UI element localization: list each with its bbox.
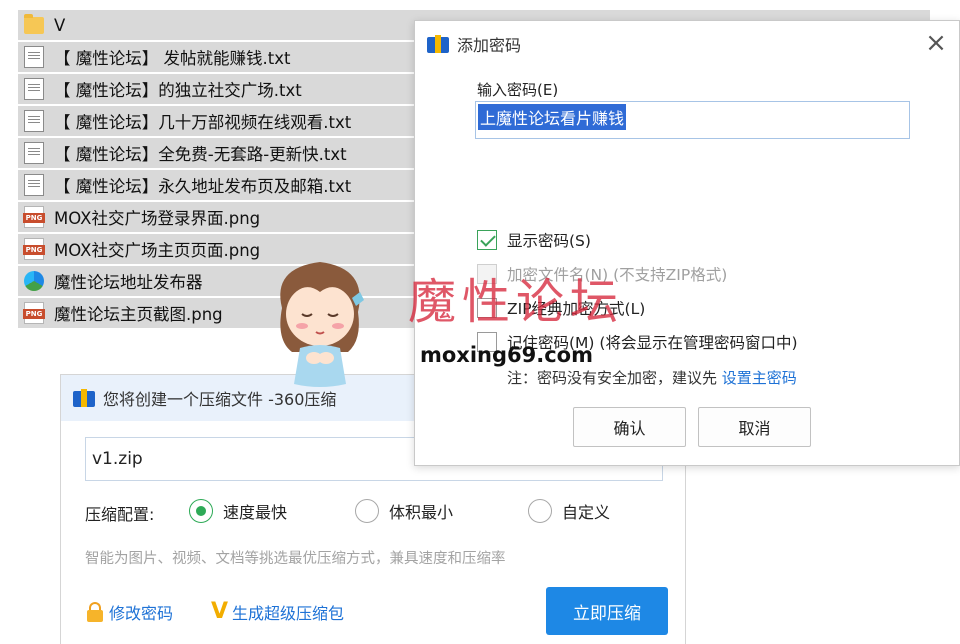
file-name: 【 魔性论坛】几十万部视频在线观看.txt bbox=[54, 113, 352, 132]
png-badge: PNG bbox=[23, 309, 45, 319]
radio-unselected-icon bbox=[355, 499, 379, 523]
password-input[interactable]: 上魔性论坛看片赚钱 bbox=[475, 101, 910, 139]
file-name: 魔性论坛主页截图.png bbox=[54, 305, 223, 324]
radio-label: 体积最小 bbox=[389, 503, 454, 522]
radio-unselected-icon bbox=[528, 499, 552, 523]
file-name: 【 魔性论坛】永久地址发布页及邮箱.txt bbox=[54, 177, 352, 196]
text-file-icon bbox=[24, 142, 44, 164]
lock-icon bbox=[87, 602, 103, 622]
radio-label: 自定义 bbox=[562, 503, 611, 522]
super-pack-link[interactable]: V 生成超级压缩包 bbox=[211, 600, 344, 624]
app-exe-icon bbox=[24, 271, 44, 291]
text-file-icon bbox=[24, 110, 44, 132]
close-icon[interactable]: × bbox=[923, 30, 949, 57]
password-value: 上魔性论坛看片赚钱 bbox=[478, 104, 627, 130]
file-name: 【 魔性论坛】的独立社交广场.txt bbox=[54, 81, 302, 100]
file-name: 【 魔性论坛】 发帖就能赚钱.txt bbox=[54, 49, 291, 68]
file-name: MOX社交广场主页页面.png bbox=[54, 241, 261, 260]
security-note: 注：密码没有安全加密，建议先 设置主密码 bbox=[507, 367, 797, 388]
super-pack-label: 生成超级压缩包 bbox=[232, 604, 345, 623]
png-badge: PNG bbox=[23, 245, 45, 255]
file-name: MOX社交广场登录界面.png bbox=[54, 209, 261, 228]
text-file-icon bbox=[24, 78, 44, 100]
checkbox-checked-icon bbox=[477, 230, 497, 250]
watermark-text: 魔性论坛 bbox=[408, 274, 625, 330]
cancel-button[interactable]: 取消 bbox=[698, 407, 811, 447]
show-password-checkbox[interactable]: 显示密码(S) bbox=[477, 229, 591, 251]
text-file-icon bbox=[24, 174, 44, 196]
png-file-icon: PNG bbox=[23, 206, 45, 228]
png-file-icon: PNG bbox=[23, 238, 45, 260]
change-password-label: 修改密码 bbox=[109, 604, 174, 623]
radio-selected-icon bbox=[189, 499, 213, 523]
security-note-text: 注：密码没有安全加密，建议先 bbox=[507, 369, 722, 387]
compress-hint: 智能为图片、视频、文档等挑选最优压缩方式，兼具速度和压缩率 bbox=[85, 551, 506, 567]
compress-now-button[interactable]: 立即压缩 bbox=[546, 587, 668, 635]
password-dialog-titlebar[interactable]: 添加密码 bbox=[415, 21, 959, 67]
radio-label: 速度最快 bbox=[223, 503, 288, 522]
add-password-dialog: 添加密码 × 输入密码(E) 上魔性论坛看片赚钱 显示密码(S) 加密文件名(N… bbox=[414, 20, 960, 466]
compress-config-label: 压缩配置: bbox=[85, 505, 155, 524]
mode-smallest-radio[interactable]: 体积最小 bbox=[355, 499, 453, 523]
password-dialog-title: 添加密码 bbox=[457, 36, 522, 55]
archive-app-icon bbox=[73, 389, 95, 407]
text-file-icon bbox=[24, 46, 44, 68]
folder-icon bbox=[24, 13, 44, 34]
password-input-label: 输入密码(E) bbox=[477, 81, 559, 99]
set-master-password-link[interactable]: 设置主密码 bbox=[722, 369, 797, 387]
archive-app-icon bbox=[427, 35, 449, 53]
watermark-url: moxing69.com bbox=[420, 343, 593, 367]
file-name: 【 魔性论坛】全免费-无套路-更新快.txt bbox=[54, 145, 347, 164]
file-name: V bbox=[54, 15, 66, 35]
file-name: 魔性论坛地址发布器 bbox=[54, 273, 203, 292]
mode-custom-radio[interactable]: 自定义 bbox=[528, 499, 610, 523]
super-pack-v-icon: V bbox=[211, 599, 229, 624]
png-file-icon: PNG bbox=[23, 302, 45, 324]
mascot-watermark-image bbox=[280, 262, 364, 387]
change-password-link[interactable]: 修改密码 bbox=[87, 600, 173, 624]
option-label: 显示密码(S) bbox=[507, 232, 591, 250]
ok-button[interactable]: 确认 bbox=[573, 407, 686, 447]
png-badge: PNG bbox=[23, 213, 45, 223]
mode-fastest-radio[interactable]: 速度最快 bbox=[189, 499, 287, 523]
